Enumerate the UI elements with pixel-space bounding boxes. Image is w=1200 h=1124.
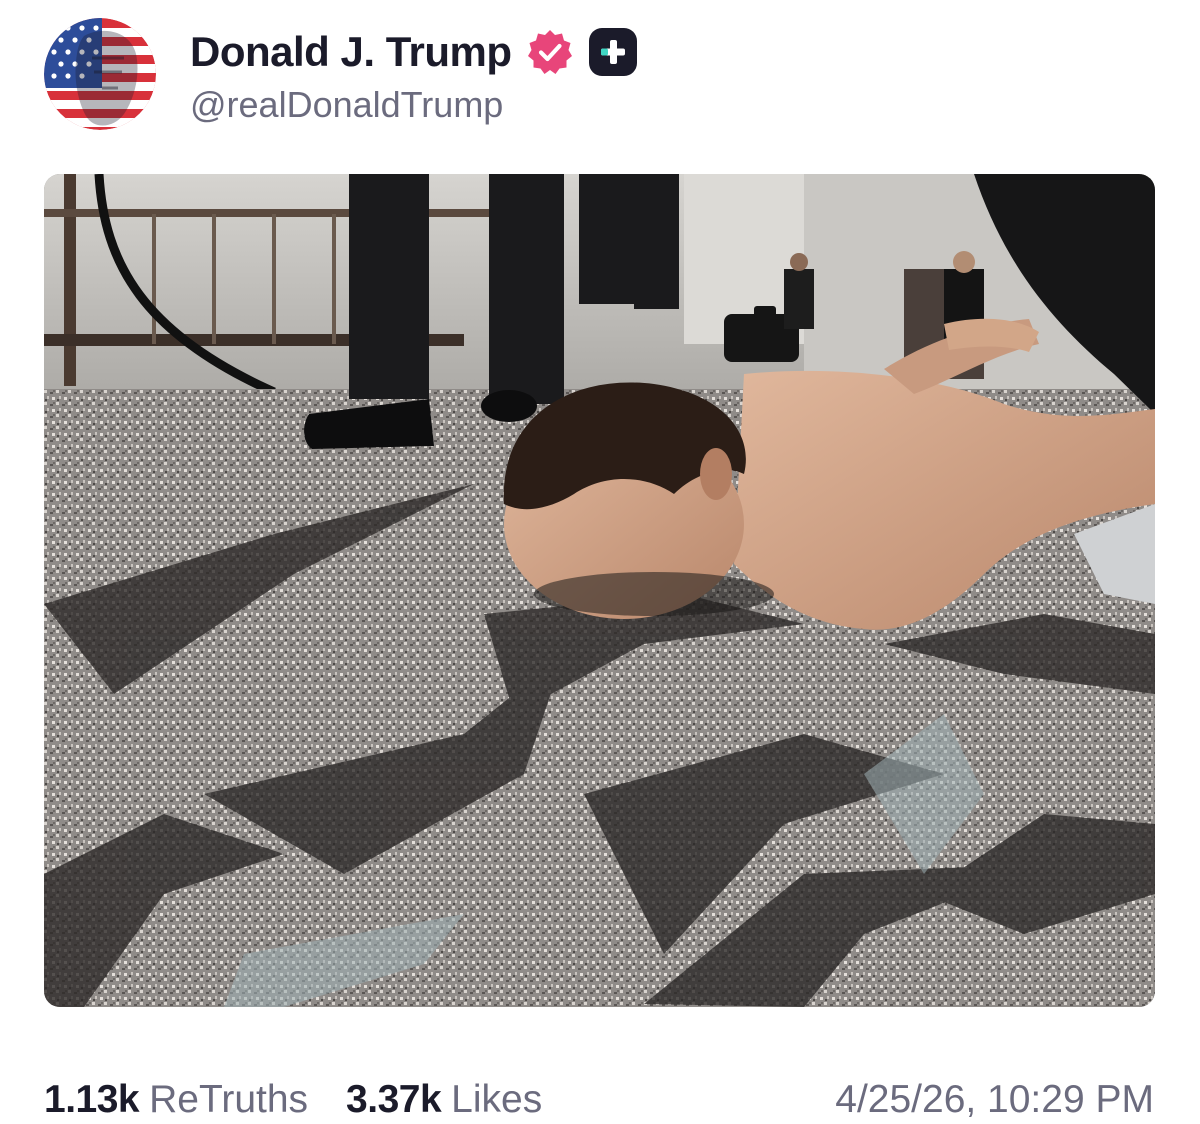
post-timestamp[interactable]: 4/25/26, 10:29 PM xyxy=(835,1078,1154,1122)
verified-badge-icon xyxy=(526,28,574,76)
retruths-label: ReTruths xyxy=(149,1078,309,1121)
flag-portrait-avatar xyxy=(44,18,156,130)
retruths-stat[interactable]: 1.13k ReTruths xyxy=(44,1078,308,1122)
author-handle[interactable]: @realDonaldTrump xyxy=(190,84,503,126)
likes-count: 3.37k xyxy=(346,1078,442,1121)
likes-stat[interactable]: 3.37k Likes xyxy=(346,1078,542,1122)
plus-badge-icon xyxy=(588,27,638,77)
author-name-row: Donald J. Trump xyxy=(190,24,638,80)
retruths-count: 1.13k xyxy=(44,1078,140,1121)
avatar[interactable] xyxy=(44,18,156,130)
likes-label: Likes xyxy=(451,1078,543,1121)
photo-image xyxy=(44,174,1155,1007)
post-photo[interactable] xyxy=(44,174,1155,1007)
display-name[interactable]: Donald J. Trump xyxy=(190,28,512,76)
post-stats: 1.13k ReTruths 3.37k Likes xyxy=(44,1078,542,1122)
